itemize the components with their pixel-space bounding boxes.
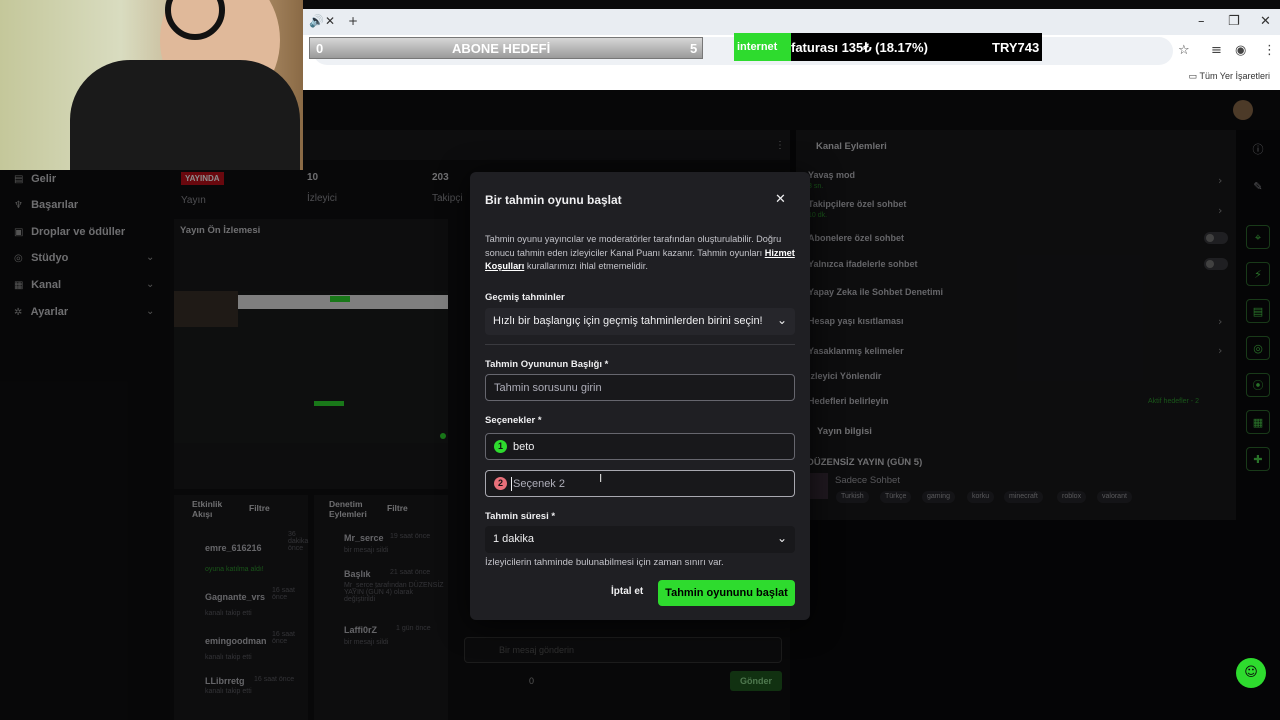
options-label: Seçenekler * — [485, 415, 542, 426]
past-predictions-value: Hızlı bir başlangıç için geçmiş tahminle… — [493, 315, 763, 327]
audio-icon[interactable]: 🔊 — [309, 14, 324, 28]
close-tab-icon[interactable]: ✕ — [325, 14, 335, 28]
option-1-badge: 1 — [494, 440, 507, 453]
webcam-overlay — [0, 0, 303, 170]
close-icon[interactable]: ✕ — [775, 192, 786, 207]
prediction-title-placeholder: Tahmin sorusunu girin — [494, 382, 602, 394]
past-predictions-select[interactable]: Hızlı bir başlangıç için geçmiş tahminle… — [485, 308, 795, 335]
subscriber-goal-overlay: 0 ABONE HEDEFİ 5 — [309, 37, 703, 59]
modal-description: Tahmin oyunu yayıncılar ve moderatörler … — [485, 233, 797, 274]
ticker-code: TRY743 — [992, 40, 1040, 55]
prediction-modal: Bir tahmin oyunu başlat ✕ Tahmin oyunu y… — [470, 172, 810, 620]
media-icon[interactable]: ≡ — [1211, 43, 1222, 58]
duration-label: Tahmin süresi * — [485, 511, 556, 522]
modal-title: Bir tahmin oyunu başlat — [485, 193, 622, 207]
prediction-title-input[interactable]: Tahmin sorusunu girin — [485, 374, 795, 401]
start-prediction-button[interactable]: Tahmin oyununu başlat — [658, 580, 795, 606]
close-window-icon[interactable]: ✕ — [1260, 14, 1271, 29]
all-bookmarks-label: Tüm Yer İşaretleri — [1199, 71, 1270, 81]
ticker-highlight: internet — [734, 33, 791, 61]
minimize-icon[interactable]: – — [1198, 14, 1205, 29]
description-text: Tahmin oyunu yayıncılar ve moderatörler … — [485, 234, 782, 258]
cancel-button[interactable]: İptal et — [611, 586, 643, 597]
subscriber-goal-title: ABONE HEDEFİ — [452, 41, 551, 56]
new-tab-icon[interactable]: + — [348, 14, 358, 28]
description-text-end: kurallarımızı ihlal etmemelidir. — [524, 261, 648, 271]
chevron-down-icon: ⌄ — [776, 313, 787, 327]
text-caret — [511, 477, 512, 491]
star-icon[interactable]: ☆ — [1178, 43, 1190, 58]
option-2-badge: 2 — [494, 477, 507, 490]
prediction-title-label: Tahmin Oyununun Başlığı * — [485, 359, 609, 370]
option-2-placeholder: Seçenek 2 — [513, 478, 565, 490]
duration-hint: İzleyicilerin tahminde bulunabilmesi içi… — [485, 557, 724, 568]
ticker-overlay: internet faturası 135₺ (18.17%) TRY743 — [734, 33, 1042, 61]
subscriber-goal-current: 0 — [316, 41, 324, 56]
chevron-down-icon: ⌄ — [776, 531, 787, 545]
past-predictions-label: Geçmiş tahminler — [485, 292, 565, 303]
menu-icon[interactable]: ⋮ — [1263, 43, 1276, 58]
restore-icon[interactable]: ❐ — [1228, 14, 1240, 29]
option-1-value: beto — [513, 441, 535, 453]
profile-icon[interactable]: ◉ — [1235, 43, 1246, 58]
text-cursor-icon: I — [599, 472, 603, 485]
support-chat-icon[interactable]: ☺ — [1236, 658, 1266, 688]
duration-select[interactable]: 1 dakika ⌄ — [485, 526, 795, 553]
ticker-text: faturası 135₺ (18.17%) — [791, 40, 928, 55]
option-1-input[interactable]: 1 beto — [485, 433, 795, 460]
all-bookmarks[interactable]: ▭ Tüm Yer İşaretleri — [1189, 71, 1270, 82]
subscriber-goal-target: 5 — [690, 41, 698, 56]
duration-value: 1 dakika — [493, 533, 534, 545]
divider — [485, 344, 795, 345]
option-2-input[interactable]: 2 Seçenek 2 — [485, 470, 795, 497]
tab-strip: 🔊 ✕ + – ❐ ✕ — [303, 9, 1280, 35]
